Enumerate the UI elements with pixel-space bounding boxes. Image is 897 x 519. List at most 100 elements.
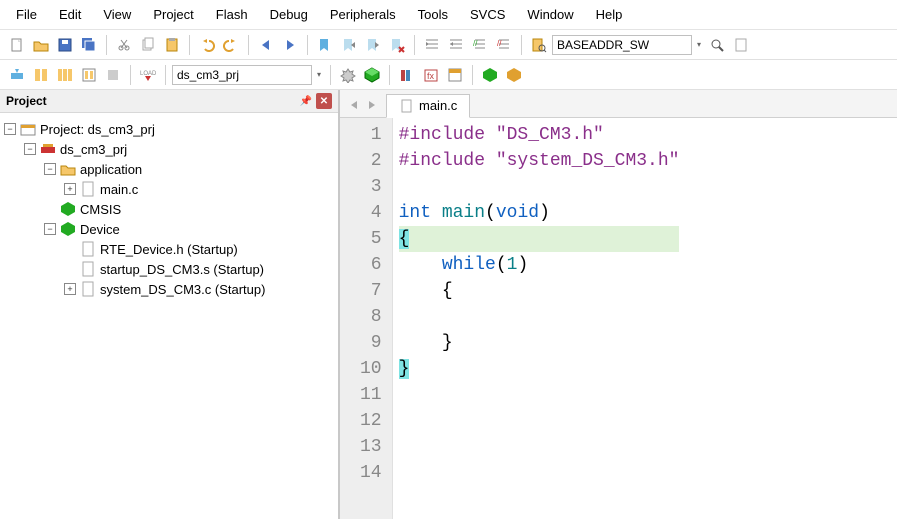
bookmark-toggle-icon[interactable] — [314, 34, 336, 56]
toolbar-build: LOAD ds_cm3_prj ▾ fx — [0, 60, 897, 90]
project-panel-header: Project 📌 ✕ — [0, 90, 338, 113]
expand-icon[interactable]: + — [64, 283, 76, 295]
target-options-icon[interactable] — [337, 64, 359, 86]
editor-tab-main[interactable]: main.c — [386, 94, 470, 118]
menu-view[interactable]: View — [93, 4, 141, 25]
nav-fwd-icon[interactable] — [279, 34, 301, 56]
toolbar-main: // // BASEADDR_SW ▾ — [0, 30, 897, 60]
doc-icon[interactable] — [730, 34, 752, 56]
project-tree[interactable]: − Project: ds_cm3_prj − ds_cm3_prj − app… — [0, 113, 338, 519]
menu-window[interactable]: Window — [517, 4, 583, 25]
tab-back-icon[interactable] — [346, 97, 362, 113]
pack-update-icon[interactable] — [503, 64, 525, 86]
tree-label: application — [80, 162, 142, 177]
save-all-icon[interactable] — [78, 34, 100, 56]
collapse-icon[interactable]: − — [24, 143, 36, 155]
tree-file[interactable]: + system_DS_CM3.c (Startup) — [64, 279, 334, 299]
bookmark-prev-icon[interactable] — [338, 34, 360, 56]
uncomment-icon[interactable]: // — [493, 34, 515, 56]
menu-svcs[interactable]: SVCS — [460, 4, 515, 25]
tree-group-device[interactable]: − Device — [44, 219, 334, 239]
collapse-icon[interactable]: − — [44, 163, 56, 175]
project-icon — [20, 121, 36, 137]
collapse-icon[interactable]: − — [44, 223, 56, 235]
nav-back-icon[interactable] — [255, 34, 277, 56]
pack-installer-icon[interactable] — [479, 64, 501, 86]
cut-icon[interactable] — [113, 34, 135, 56]
component-icon — [60, 201, 76, 217]
save-icon[interactable] — [54, 34, 76, 56]
books-icon[interactable] — [396, 64, 418, 86]
redo-icon[interactable] — [220, 34, 242, 56]
component-icon — [60, 221, 76, 237]
tree-target[interactable]: − ds_cm3_prj — [24, 139, 334, 159]
menu-flash[interactable]: Flash — [206, 4, 258, 25]
tree-root[interactable]: − Project: ds_cm3_prj — [4, 119, 334, 139]
project-panel: Project 📌 ✕ − Project: ds_cm3_prj − ds_c… — [0, 90, 340, 519]
tree-group-cmsis[interactable]: CMSIS — [44, 199, 334, 219]
tree-label: Device — [80, 222, 120, 237]
tab-fwd-icon[interactable] — [364, 97, 380, 113]
menu-help[interactable]: Help — [586, 4, 633, 25]
bookmark-clear-icon[interactable] — [386, 34, 408, 56]
rebuild-icon[interactable] — [54, 64, 76, 86]
expand-icon[interactable]: + — [64, 183, 76, 195]
stop-build-icon[interactable] — [102, 64, 124, 86]
editor-tabstrip: main.c — [340, 90, 897, 118]
tree-label: CMSIS — [80, 202, 121, 217]
translate-icon[interactable] — [6, 64, 28, 86]
manage-rte-icon[interactable] — [361, 64, 383, 86]
menu-tools[interactable]: Tools — [408, 4, 458, 25]
functions-icon[interactable]: fx — [420, 64, 442, 86]
tree-file[interactable]: startup_DS_CM3.s (Startup) — [64, 259, 334, 279]
hfile-icon — [80, 241, 96, 257]
menubar: FileEditViewProjectFlashDebugPeripherals… — [0, 0, 897, 30]
bookmark-next-icon[interactable] — [362, 34, 384, 56]
menu-project[interactable]: Project — [143, 4, 203, 25]
find-in-files-icon[interactable] — [528, 34, 550, 56]
comment-icon[interactable]: // — [469, 34, 491, 56]
download-icon[interactable]: LOAD — [137, 64, 159, 86]
target-combo[interactable]: ds_cm3_prj — [172, 65, 312, 85]
source[interactable]: #include "DS_CM3.h"#include "system_DS_C… — [393, 118, 680, 519]
menu-peripherals[interactable]: Peripherals — [320, 4, 406, 25]
cfile-icon — [399, 98, 415, 114]
find-combo-text: BASEADDR_SW — [557, 38, 649, 52]
copy-icon[interactable] — [137, 34, 159, 56]
svg-text://: // — [497, 39, 502, 48]
tree-file[interactable]: + main.c — [64, 179, 334, 199]
target-combo-text: ds_cm3_prj — [177, 68, 239, 82]
menu-file[interactable]: File — [6, 4, 47, 25]
target-icon — [40, 141, 56, 157]
menu-edit[interactable]: Edit — [49, 4, 91, 25]
new-file-icon[interactable] — [6, 34, 28, 56]
tree-label: ds_cm3_prj — [60, 142, 127, 157]
build-icon[interactable] — [30, 64, 52, 86]
folder-icon — [60, 161, 76, 177]
indent-icon[interactable] — [421, 34, 443, 56]
templates-icon[interactable] — [444, 64, 466, 86]
svg-text:fx: fx — [427, 71, 435, 81]
chevron-down-icon[interactable]: ▾ — [314, 70, 324, 79]
paste-icon[interactable] — [161, 34, 183, 56]
chevron-down-icon[interactable]: ▾ — [694, 40, 704, 49]
undo-icon[interactable] — [196, 34, 218, 56]
menu-debug[interactable]: Debug — [260, 4, 318, 25]
find-combo[interactable]: BASEADDR_SW — [552, 35, 692, 55]
outdent-icon[interactable] — [445, 34, 467, 56]
tree-file[interactable]: RTE_Device.h (Startup) — [64, 239, 334, 259]
sfile-icon — [80, 261, 96, 277]
batch-build-icon[interactable] — [78, 64, 100, 86]
tree-label: RTE_Device.h (Startup) — [100, 242, 238, 257]
cfile-icon — [80, 181, 96, 197]
editor-area: main.c 1234567891011121314 #include "DS_… — [340, 90, 897, 519]
pin-icon[interactable]: 📌 — [298, 93, 314, 109]
tab-label: main.c — [419, 98, 457, 113]
code-editor[interactable]: 1234567891011121314 #include "DS_CM3.h"#… — [340, 118, 897, 519]
find-icon[interactable] — [706, 34, 728, 56]
close-icon[interactable]: ✕ — [316, 93, 332, 109]
open-folder-icon[interactable] — [30, 34, 52, 56]
tree-group-application[interactable]: − application — [44, 159, 334, 179]
collapse-icon[interactable]: − — [4, 123, 16, 135]
svg-text://: // — [473, 39, 478, 48]
